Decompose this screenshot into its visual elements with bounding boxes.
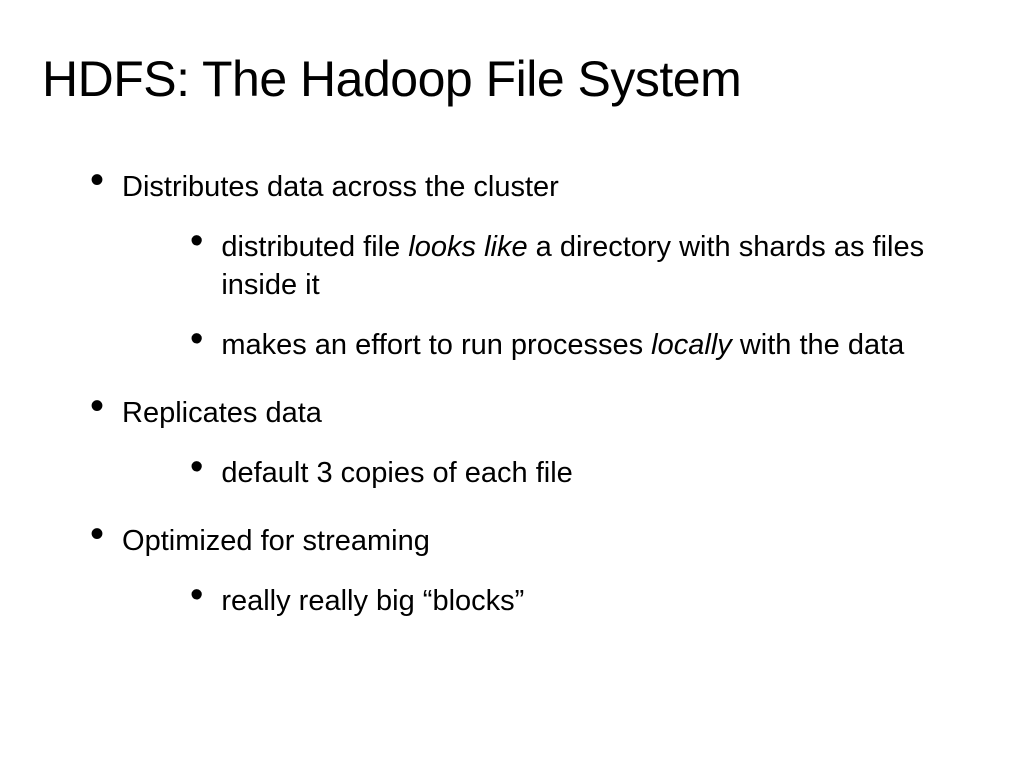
bullet-item: • Optimized for streaming — [42, 520, 982, 560]
bullet-item: • Replicates data — [42, 392, 982, 432]
sub-bullet-item: • makes an effort to run processes local… — [42, 326, 982, 364]
text-segment: distributed file — [221, 231, 408, 263]
sub-bullet-container: • default 3 copies of each file — [42, 454, 982, 492]
sub-bullet-item: • really really big “blocks” — [42, 582, 982, 620]
text-segment: makes an effort to run processes — [221, 329, 651, 361]
bullet-icon: • — [190, 454, 203, 480]
bullet-icon: • — [190, 326, 203, 352]
bullet-icon: • — [190, 228, 203, 254]
bullet-icon: • — [90, 520, 104, 548]
bullet-icon: • — [90, 392, 104, 420]
italic-text: looks like — [408, 231, 527, 263]
sub-bullet-item: • default 3 copies of each file — [42, 454, 982, 492]
bullet-text: Distributes data across the cluster — [122, 166, 559, 206]
bullet-text: Optimized for streaming — [122, 520, 430, 560]
bullet-icon: • — [190, 582, 203, 608]
sub-bullet-text: really really big “blocks” — [221, 582, 524, 620]
bullet-item: • Distributes data across the cluster — [42, 166, 982, 206]
bullet-text: Replicates data — [122, 392, 322, 432]
text-segment: with the data — [732, 329, 905, 361]
sub-bullet-container: • distributed file looks like a director… — [42, 228, 982, 364]
bullet-icon: • — [90, 166, 104, 194]
sub-bullet-text: default 3 copies of each file — [221, 454, 572, 492]
sub-bullet-text: makes an effort to run processes locally… — [221, 326, 904, 364]
sub-bullet-item: • distributed file looks like a director… — [42, 228, 982, 304]
italic-text: locally — [651, 329, 732, 361]
sub-bullet-container: • really really big “blocks” — [42, 582, 982, 620]
bullet-list: • Distributes data across the cluster • … — [42, 166, 982, 620]
sub-bullet-text: distributed file looks like a directory … — [221, 228, 971, 304]
slide-title: HDFS: The Hadoop File System — [42, 50, 982, 108]
